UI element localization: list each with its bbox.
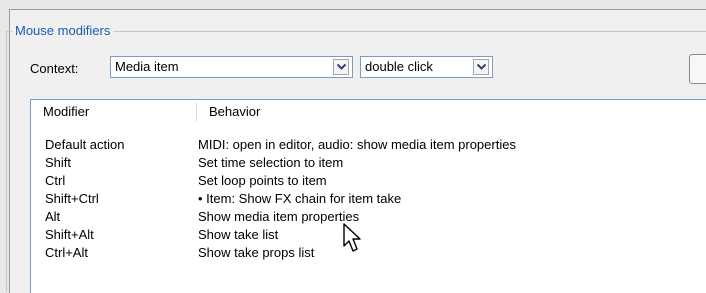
mouse-modifiers-panel: Mouse modifiers Context: Media item doub…	[0, 0, 706, 293]
modifiers-list[interactable]: Modifier Behavior Default action MIDI: o…	[30, 99, 706, 293]
list-row[interactable]: Shift Set time selection to item	[31, 155, 706, 171]
row-modifier: Ctrl+Alt	[45, 245, 88, 260]
mouse-pointer-icon	[343, 223, 361, 252]
context-dropdown-button[interactable]	[333, 59, 349, 75]
list-header: Modifier Behavior	[31, 100, 706, 124]
list-row[interactable]: Default action MIDI: open in editor, aud…	[31, 137, 706, 153]
context-select[interactable]: Media item	[110, 56, 353, 78]
row-behavior: Show take props list	[198, 245, 315, 260]
column-header-behavior[interactable]: Behavior	[197, 100, 706, 124]
list-row[interactable]: Ctrl Set loop points to item	[31, 173, 706, 189]
row-behavior: Show take list	[198, 227, 279, 242]
row-modifier: Shift+Ctrl	[45, 191, 99, 206]
chevron-down-icon	[476, 64, 486, 70]
mouse-action-dropdown-button[interactable]	[473, 59, 489, 75]
mouse-action-select[interactable]: double click	[360, 56, 493, 78]
context-label: Context:	[30, 61, 79, 76]
row-modifier: Alt	[45, 209, 61, 224]
window-border-top	[10, 9, 706, 10]
column-header-modifier[interactable]: Modifier	[31, 100, 197, 124]
row-behavior: • Item: Show FX chain for item take	[198, 191, 402, 206]
row-modifier: Default action	[45, 137, 125, 152]
row-behavior: Set loop points to item	[198, 173, 327, 188]
row-behavior: Show media item properties	[198, 209, 360, 224]
group-title: Mouse modifiers	[12, 23, 114, 39]
row-behavior: MIDI: open in editor, audio: show media …	[198, 137, 516, 152]
menu-button[interactable]	[689, 54, 706, 84]
context-select-value: Media item	[115, 59, 179, 74]
mouse-action-select-value: double click	[365, 59, 433, 74]
list-row[interactable]: Shift+Ctrl • Item: Show FX chain for ite…	[31, 191, 706, 207]
row-modifier: Shift	[45, 155, 72, 170]
chevron-down-icon	[336, 64, 346, 70]
row-modifier: Shift+Alt	[45, 227, 94, 242]
row-behavior: Set time selection to item	[198, 155, 344, 170]
list-row[interactable]: Ctrl+Alt Show take props list	[31, 245, 706, 261]
row-modifier: Ctrl	[45, 173, 66, 188]
list-row[interactable]: Alt Show media item properties	[31, 209, 706, 225]
list-row[interactable]: Shift+Alt Show take list	[31, 227, 706, 243]
